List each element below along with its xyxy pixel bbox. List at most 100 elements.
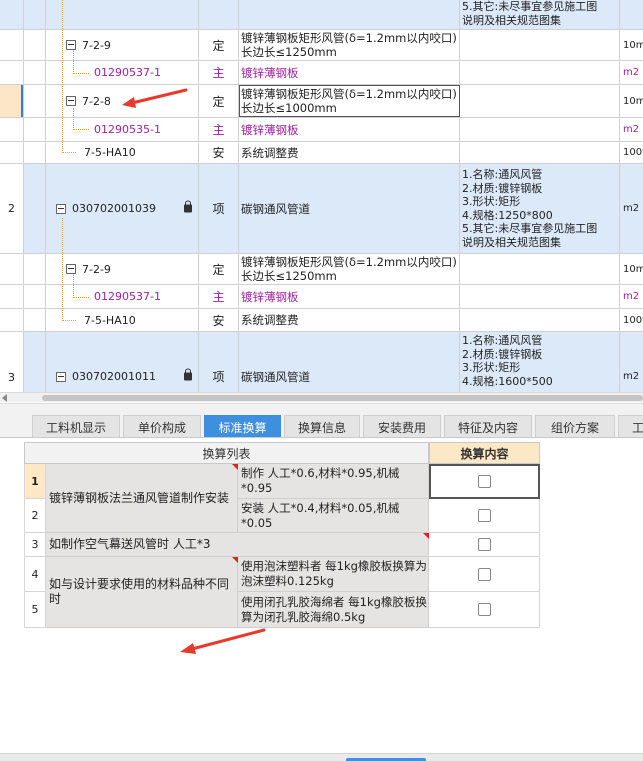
scrollbar-thumb[interactable]: [42, 395, 643, 401]
unit-cell: m2: [623, 124, 640, 135]
name-cell[interactable]: 碳钢通风管道: [239, 332, 460, 392]
name-cell[interactable]: 镀锌薄钢板: [239, 285, 460, 308]
table-row[interactable]: 7-5-HA10 安 系统调整费 100%: [0, 309, 643, 332]
type-cell: 安: [199, 142, 239, 163]
unit-cell: 100%: [623, 147, 643, 158]
name-cell[interactable]: 系统调整费: [239, 309, 460, 331]
type-cell: 项: [199, 164, 239, 253]
quota-code: 7-2-8: [82, 94, 111, 108]
lock-icon: [184, 368, 192, 380]
table-row[interactable]: 7-2-9 定 镀锌薄钢板矩形风管(δ=1.2mm以内咬口)长边长≤1250mm…: [0, 30, 643, 61]
name-cell[interactable]: 镀锌薄钢板: [239, 61, 460, 84]
row-number: 3: [0, 332, 24, 392]
row-number: 1: [24, 464, 46, 499]
conversion-checkbox[interactable]: [477, 538, 491, 551]
conversion-category: 如制作空气幕送风管时 人工*3: [46, 533, 429, 557]
conversion-row[interactable]: 3 如制作空气幕送风管时 人工*3: [24, 533, 540, 557]
unit-cell: m2: [623, 67, 640, 78]
unit-cell: 10m2: [623, 39, 643, 51]
tab-more[interactable]: 工: [618, 415, 643, 438]
table-row[interactable]: 5.其它:未尽事宜参见施工图 说明及相关规范图集: [0, 0, 643, 30]
table-row[interactable]: 01290535-1 主 镀锌薄钢板 m2: [0, 118, 643, 142]
type-cell: 安: [199, 309, 239, 331]
type-cell: 定: [199, 85, 239, 117]
table-row-selected[interactable]: 7-2-8 定 镀锌薄钢板矩形风管(δ=1.2mm以内咬口)长边长≤1000mm…: [0, 85, 643, 118]
collapse-toggle-icon[interactable]: [56, 203, 66, 214]
bill-of-quantities-table: 5.其它:未尽事宜参见施工图 说明及相关规范图集 7-2-9 定 镀锌薄钢板矩形…: [0, 0, 643, 392]
material-code: 01290537-1: [46, 61, 199, 84]
collapse-toggle-icon[interactable]: [66, 264, 76, 274]
feature-line: 1.名称:通风风管: [462, 334, 543, 347]
unit-cell: 10m2: [623, 95, 643, 107]
conversion-desc: 使用闭孔乳胶海绵者 每1kg橡胶板换算为闭孔乳胶海绵0.5kg: [238, 592, 429, 628]
tab-pricing-scheme[interactable]: 组价方案: [535, 415, 615, 438]
name-cell[interactable]: 镀锌薄钢板: [239, 118, 460, 141]
collapse-toggle-icon[interactable]: [66, 96, 76, 106]
feature-line: 2.材质:镀锌钢板: [462, 347, 543, 361]
feature-cell[interactable]: 1.名称:通风风管 2.材质:镀锌钢板 3.形状:矩形 4.规格:1600*50…: [460, 332, 620, 392]
feature-line: 3.形状:矩形: [462, 195, 521, 208]
item-code: 030702001011: [72, 370, 156, 383]
conversion-row[interactable]: 2 安装 人工*0.4,材料*0.05,机械*0.05: [24, 499, 540, 533]
tab-standard-conversion[interactable]: 标准换算: [204, 415, 281, 438]
scroll-left-icon[interactable]: [2, 394, 7, 402]
quota-code: 7-2-9: [82, 38, 111, 52]
horizontal-scrollbar[interactable]: [0, 392, 643, 402]
feature-line: 3.形状:矩形: [462, 361, 521, 374]
table-row[interactable]: 01290537-1 主 镀锌薄钢板 m2: [0, 285, 643, 309]
table-row[interactable]: 01290537-1 主 镀锌薄钢板 m2: [0, 61, 643, 85]
conversion-row[interactable]: 5 使用闭孔乳胶海绵者 每1kg橡胶板换算为闭孔乳胶海绵0.5kg: [24, 592, 540, 628]
row-number: 2: [24, 499, 46, 533]
conversion-desc: 制作 人工*0.6,材料*0.95,机械*0.95: [238, 464, 429, 499]
feature-line: 说明及相关规范图集: [462, 13, 561, 27]
name-cell[interactable]: 碳钢通风管道: [239, 164, 460, 253]
unit-cell: 10m2: [623, 263, 643, 275]
row-number: 5: [24, 592, 46, 628]
feature-line: 1.名称:通风风管: [462, 168, 543, 181]
conversion-checkbox[interactable]: [477, 474, 491, 488]
conversion-desc: 安装 人工*0.4,材料*0.05,机械*0.05: [238, 499, 429, 533]
unit-cell: m2: [623, 203, 640, 214]
table-row[interactable]: 7-5-HA10 安 系统调整费 100%: [0, 142, 643, 164]
name-cell[interactable]: 镀锌薄钢板矩形风管(δ=1.2mm以内咬口)长边长≤1250mm: [239, 30, 460, 60]
feature-cell[interactable]: 5.其它:未尽事宜参见施工图 说明及相关规范图集: [460, 0, 620, 29]
type-cell: 主: [199, 61, 239, 84]
collapse-toggle-icon[interactable]: [66, 40, 76, 50]
type-cell: 主: [199, 118, 239, 141]
tab-install-fees[interactable]: 安装费用: [363, 415, 441, 438]
feature-cell[interactable]: 1.名称:通风风管 2.材质:镀锌钢板 3.形状:矩形 4.规格:1250*80…: [460, 164, 620, 253]
conversion-checkbox[interactable]: [477, 603, 491, 616]
conversion-desc: 使用泡沫塑料者 每1kg橡胶板换算为泡沫塑料0.125kg: [238, 557, 429, 592]
name-cell[interactable]: 镀锌薄钢板矩形风管(δ=1.2mm以内咬口)长边长≤1250mm: [239, 254, 460, 284]
table-row[interactable]: 2 030702001039 项 碳钢通风管道 1.名称:通风风管 2.材质:镀…: [0, 164, 643, 254]
row-number: 3: [24, 533, 46, 557]
detail-tab-bar: 工料机显示 单价构成 标准换算 换算信息 安装费用 特征及内容 组价方案 工: [0, 403, 643, 438]
feature-line: 5.其它:未尽事宜参见施工图: [462, 0, 598, 13]
tab-unit-price[interactable]: 单价构成: [123, 415, 201, 438]
lock-icon: [184, 200, 192, 212]
name-cell[interactable]: 镀锌薄钢板矩形风管(δ=1.2mm以内咬口)长边长≤1000mm: [239, 85, 460, 117]
row-number: 2: [0, 164, 24, 253]
type-cell: 定: [199, 254, 239, 284]
unit-cell: 100%: [623, 314, 643, 326]
tab-labor-material[interactable]: 工料机显示: [32, 415, 120, 438]
conversion-checkbox[interactable]: [477, 509, 491, 522]
collapse-toggle-icon[interactable]: [56, 371, 66, 382]
conversion-list-header: 换算列表: [24, 442, 429, 464]
status-bar: [0, 753, 643, 761]
conversion-checkbox[interactable]: [477, 567, 491, 581]
material-code: 01290537-1: [46, 285, 199, 308]
table-row[interactable]: 3 030702001011 项 碳钢通风管道 1.名称:通风风管 2.材质:镀…: [0, 332, 643, 392]
tab-conversion-info[interactable]: 换算信息: [284, 415, 360, 438]
type-cell: 主: [199, 285, 239, 308]
item-code: 030702001039: [72, 202, 156, 215]
feature-line: 4.规格:1600*500: [462, 374, 553, 388]
type-cell: 定: [199, 30, 239, 60]
name-cell[interactable]: 系统调整费: [239, 142, 460, 163]
quota-code: 7-2-9: [82, 262, 111, 276]
feature-line: 2.材质:镀锌钢板: [462, 181, 543, 195]
material-code: 01290535-1: [46, 118, 199, 141]
feature-line: 说明及相关规范图集: [462, 235, 561, 249]
table-row[interactable]: 7-2-9 定 镀锌薄钢板矩形风管(δ=1.2mm以内咬口)长边长≤1250mm…: [0, 254, 643, 285]
tab-features[interactable]: 特征及内容: [444, 415, 532, 438]
